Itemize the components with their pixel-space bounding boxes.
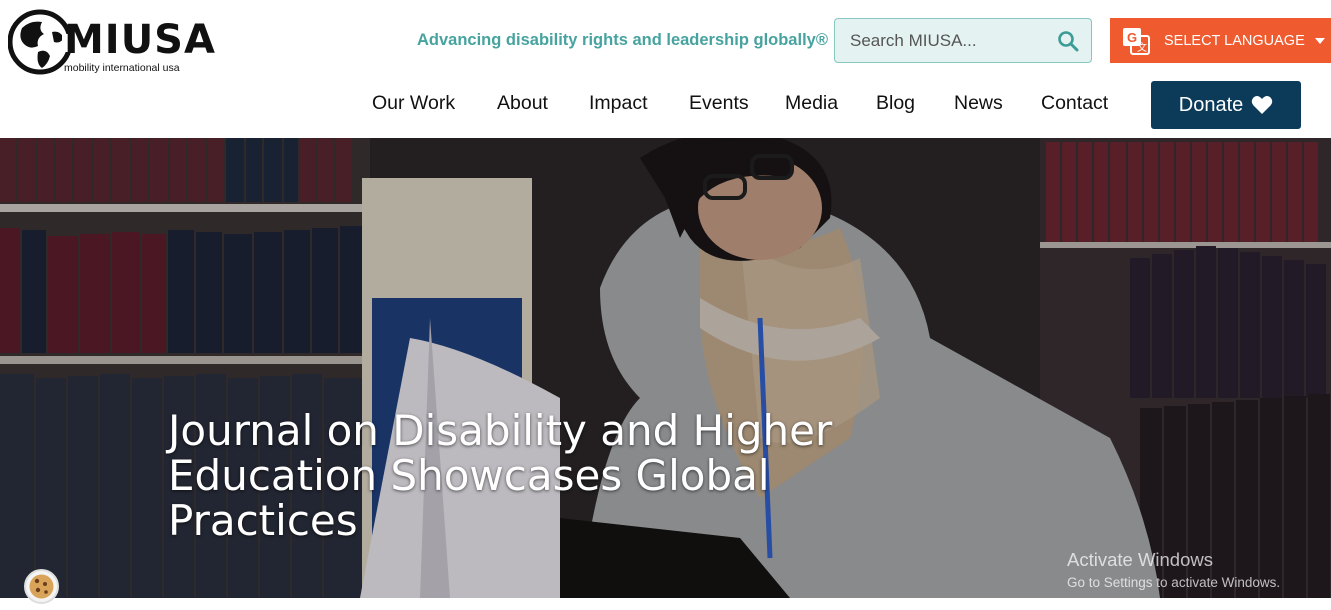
donate-button[interactable]: Donate [1151,81,1301,129]
nav-item-events[interactable]: Events [689,92,749,115]
select-language-label: SELECT LANGUAGE [1164,32,1305,49]
watermark-title: Activate Windows [1067,549,1213,570]
logo-subtitle: mobility international usa [64,62,180,74]
nav-item-news[interactable]: News [954,92,1003,115]
hero-banner[interactable]: Journal on Disability and Higher Educati… [0,138,1331,598]
site-header: MIUSA mobility international usa Advanci… [0,0,1331,138]
heart-icon [1252,96,1273,114]
hero-title[interactable]: Journal on Disability and Higher Educati… [168,408,868,543]
search-input[interactable] [835,19,1045,62]
translate-icon: G 文 [1123,27,1150,55]
cookie-icon [29,574,54,599]
svg-text:文: 文 [1137,41,1147,54]
watermark-subtitle: Go to Settings to activate Windows. [1067,575,1281,590]
nav-item-our-work[interactable]: Our Work [372,92,455,115]
search-box [834,18,1092,63]
logo-wordmark: MIUSA [64,17,216,63]
miusa-logo[interactable]: MIUSA mobility international usa [8,6,215,78]
search-icon[interactable] [1057,30,1079,52]
site-tagline: Advancing disability rights and leadersh… [417,31,828,49]
donate-label: Donate [1178,93,1244,116]
cookie-settings-button[interactable] [24,569,59,604]
nav-item-blog[interactable]: Blog [876,92,915,115]
nav-item-about[interactable]: About [497,92,548,115]
chevron-down-icon [1314,37,1325,44]
nav-item-media[interactable]: Media [785,92,838,115]
activate-windows-watermark: Activate Windows Go to Settings to activ… [1067,549,1280,590]
svg-text:G: G [1127,30,1137,45]
nav-item-contact[interactable]: Contact [1041,92,1108,115]
nav-item-impact[interactable]: Impact [589,92,648,115]
select-language-button[interactable]: G 文 SELECT LANGUAGE [1110,18,1331,63]
